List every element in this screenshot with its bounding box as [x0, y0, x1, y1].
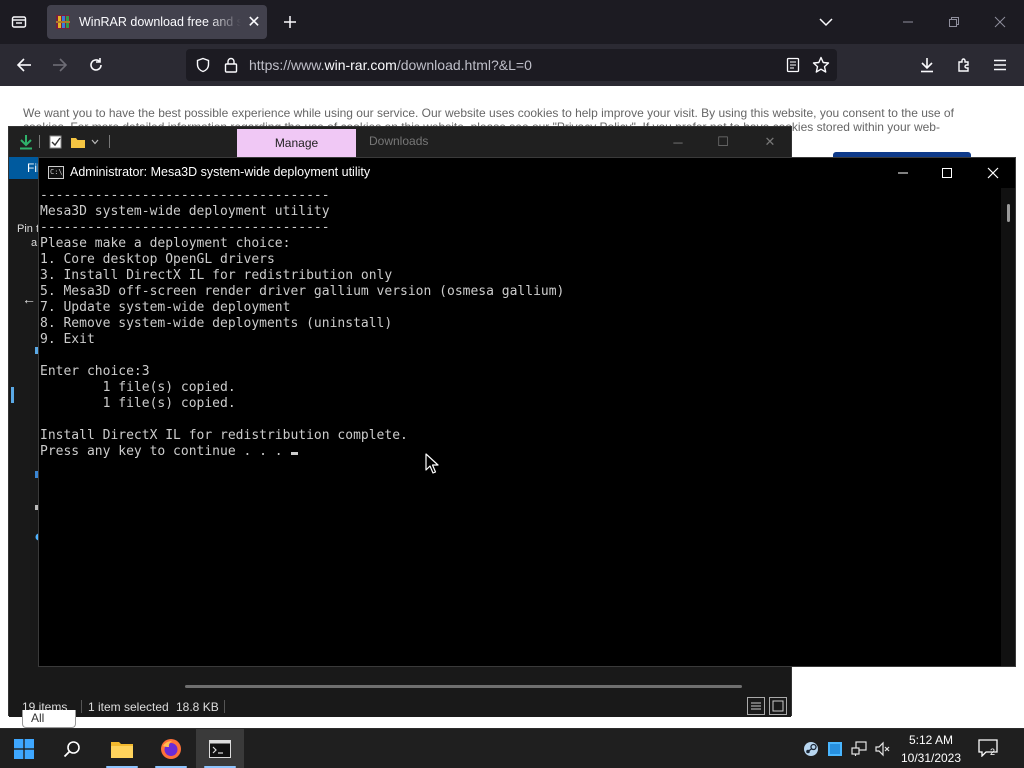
taskbar-file-explorer[interactable] — [98, 729, 146, 768]
filter-dropdown[interactable]: All — [22, 710, 76, 728]
reload-icon — [90, 58, 102, 71]
browser-close-button[interactable] — [990, 12, 1010, 32]
hamburger-icon — [994, 59, 1006, 71]
url-path: /download.html?&L=0 — [396, 57, 532, 73]
search-button[interactable] — [48, 729, 96, 768]
bookmark-star-icon[interactable] — [811, 55, 831, 75]
back-button[interactable] — [12, 53, 36, 77]
search-icon — [63, 741, 80, 758]
close-icon — [994, 16, 1006, 28]
pin-to-quick-access-label[interactable]: Pin t — [17, 223, 39, 235]
puzzle-icon — [958, 58, 969, 72]
url-prefix: https://www. — [249, 57, 325, 73]
console-close-button[interactable] — [983, 163, 1003, 183]
download-arrow-icon — [17, 133, 35, 151]
browser-tab-bar: WinRAR download free and support ✕ — [0, 0, 1024, 44]
terminal-icon — [209, 740, 231, 758]
console-scrollbar-thumb[interactable] — [1007, 204, 1010, 222]
properties-icon[interactable] — [47, 133, 65, 151]
reader-view-icon[interactable] — [784, 56, 802, 74]
notification-center-button[interactable] — [978, 739, 1000, 759]
steam-icon[interactable] — [802, 740, 820, 758]
arrow-right-icon — [53, 58, 68, 72]
nav-selection-indicator — [11, 387, 14, 403]
extensions-button[interactable] — [952, 53, 976, 77]
text-cursor — [291, 452, 299, 455]
windows-taskbar: 5:12 AM 10/31/2023 2 — [0, 728, 1024, 768]
minimize-icon — [903, 21, 913, 23]
selection-count: 1 item selected — [88, 700, 169, 714]
reload-button[interactable] — [84, 53, 108, 77]
minimize-icon — [898, 172, 908, 174]
explorer-title-bar: Manage Downloads ─ ☐ ✕ — [9, 127, 791, 157]
toolbar-separator — [109, 135, 110, 148]
console-scrollbar[interactable] — [1001, 188, 1015, 666]
pin-to-quick-access-label-2: a — [31, 237, 38, 249]
browser-minimize-button[interactable] — [898, 12, 918, 32]
toolbar-separator — [39, 135, 40, 148]
tracking-protection-icon[interactable] — [194, 56, 212, 74]
selection-size: 18.8 KB — [176, 700, 219, 714]
console-maximize-button[interactable] — [937, 163, 957, 183]
firefox-view-button[interactable] — [8, 11, 30, 33]
console-title: Administrator: Mesa3D system-wide deploy… — [70, 165, 371, 179]
plus-icon — [284, 16, 296, 28]
folder-icon — [111, 742, 133, 758]
display-icon[interactable] — [826, 740, 844, 758]
clock-date[interactable]: 10/31/2023 — [896, 751, 966, 765]
volume-muted-icon[interactable] — [874, 740, 892, 758]
back-arrow-icon[interactable]: ← — [22, 291, 36, 307]
firefox-view-icon — [11, 16, 27, 28]
explorer-status-bar: 19 items 1 item selected 18.8 KB — [9, 695, 791, 717]
quick-access-dropdown-icon[interactable] — [89, 133, 101, 151]
start-button[interactable] — [0, 729, 48, 768]
url-text[interactable]: https://www.win-rar.com/download.html?&L… — [249, 57, 532, 73]
arrow-left-icon — [16, 58, 31, 72]
browser-tab-winrar[interactable]: WinRAR download free and support ✕ — [47, 5, 267, 39]
maximize-icon — [942, 168, 952, 178]
url-domain: win-rar.com — [324, 57, 397, 73]
firefox-icon — [161, 739, 181, 759]
console-minimize-button[interactable] — [893, 163, 913, 183]
mouse-pointer-icon — [425, 453, 439, 474]
new-folder-icon[interactable] — [69, 133, 87, 151]
status-separator — [81, 700, 82, 713]
new-tab-button[interactable] — [279, 11, 301, 33]
tab-title: WinRAR download free and support — [79, 15, 241, 29]
downloads-button[interactable] — [915, 53, 939, 77]
forward-button[interactable] — [48, 53, 72, 77]
network-icon[interactable] — [850, 740, 868, 758]
app-menu-button[interactable] — [988, 53, 1012, 77]
browser-restore-button[interactable] — [944, 12, 964, 32]
explorer-window-title: Downloads — [369, 134, 429, 148]
url-bar[interactable]: https://www.win-rar.com/download.html?&L… — [186, 49, 837, 81]
status-separator — [224, 700, 225, 713]
console-output-area[interactable]: ------------------------------------- Me… — [39, 188, 1001, 666]
chevron-down-icon — [819, 18, 833, 27]
explorer-close-button[interactable]: ✕ — [761, 133, 779, 151]
download-icon — [921, 58, 933, 73]
manage-ribbon-tab[interactable]: Manage — [237, 129, 356, 157]
lock-icon[interactable] — [222, 56, 240, 74]
details-view-icon[interactable] — [747, 697, 765, 715]
restore-icon — [949, 17, 959, 27]
taskbar-firefox[interactable] — [147, 729, 195, 768]
console-app-icon: C:\_ — [48, 166, 64, 179]
notification-count: 2 — [990, 747, 996, 757]
console-window[interactable]: C:\_ Administrator: Mesa3D system-wide d… — [38, 157, 1016, 667]
horizontal-scrollbar[interactable] — [185, 685, 742, 688]
taskbar-terminal[interactable] — [196, 729, 244, 768]
explorer-minimize-button[interactable]: ─ — [669, 133, 687, 151]
list-all-tabs-button[interactable] — [815, 12, 837, 32]
console-output-text: ------------------------------------- Me… — [40, 188, 565, 459]
large-icons-view-icon[interactable] — [769, 697, 787, 715]
winrar-favicon-icon — [55, 14, 71, 30]
clock-time[interactable]: 5:12 AM — [899, 733, 963, 747]
windows-logo-icon — [14, 739, 34, 759]
tab-close-button[interactable]: ✕ — [241, 9, 267, 35]
console-title-bar: C:\_ Administrator: Mesa3D system-wide d… — [39, 158, 1015, 188]
explorer-maximize-button[interactable]: ☐ — [714, 133, 732, 151]
close-icon — [987, 167, 999, 179]
